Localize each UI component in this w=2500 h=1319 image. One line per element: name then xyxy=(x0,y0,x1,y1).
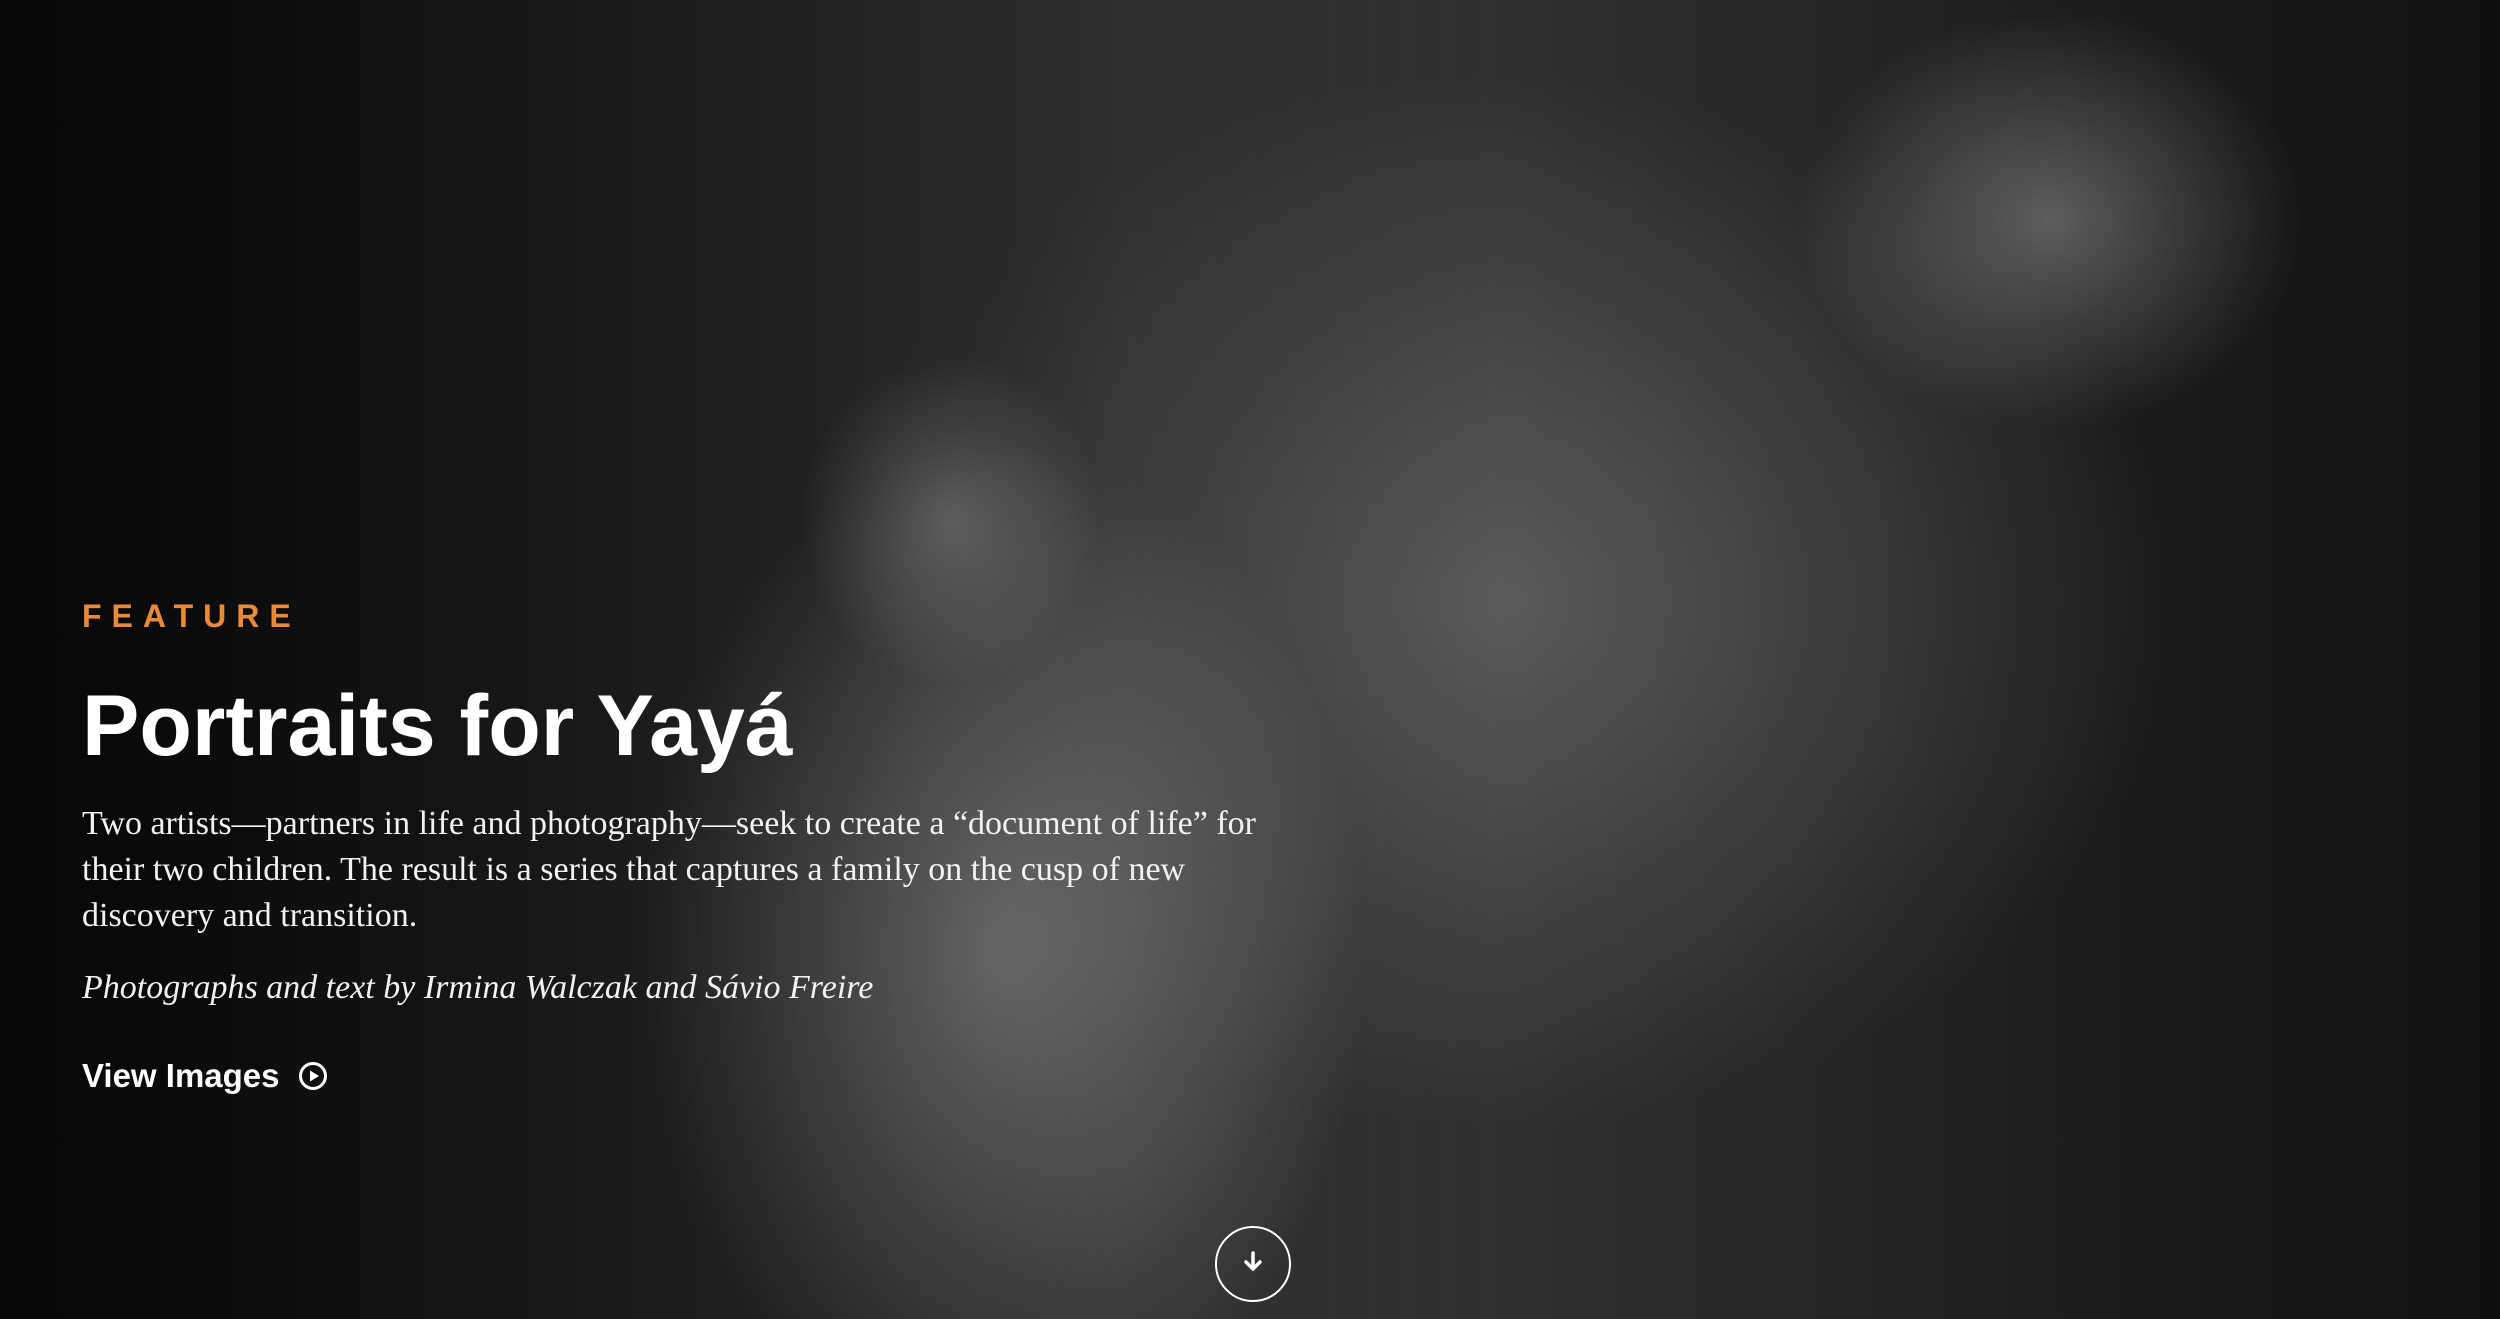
page-title: Portraits for Yayá xyxy=(82,678,793,774)
article-byline: Photographs and text by Irmina Walczak a… xyxy=(82,969,874,1007)
view-images-label: View Images xyxy=(82,1057,280,1095)
article-dek: Two artists—partners in life and photogr… xyxy=(82,805,1256,935)
arrow-down-icon xyxy=(1239,1248,1267,1281)
hero-section: FEATURE Portraits for Yayá Two artists—p… xyxy=(0,0,2500,1319)
scroll-down-button[interactable] xyxy=(1215,1226,1291,1302)
section-kicker: FEATURE xyxy=(82,598,301,634)
hero-content: FEATURE Portraits for Yayá Two artists—p… xyxy=(82,598,1322,1095)
play-circle-icon xyxy=(298,1061,328,1091)
view-images-button[interactable]: View Images xyxy=(82,1057,328,1095)
